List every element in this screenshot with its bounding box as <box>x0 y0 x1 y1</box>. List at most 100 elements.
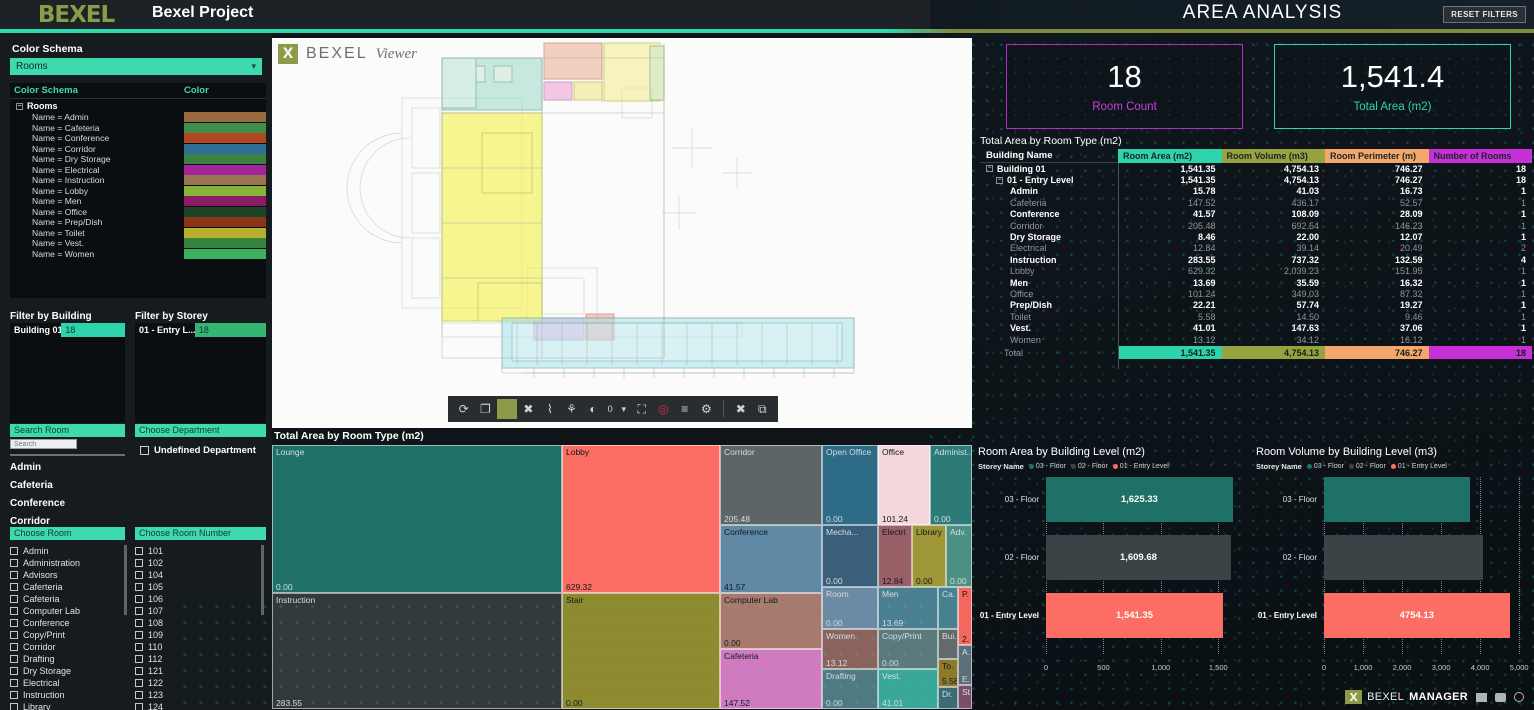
checkbox-icon[interactable] <box>135 667 143 675</box>
checkbox-icon[interactable] <box>10 571 18 579</box>
checkbox-icon[interactable] <box>10 643 18 651</box>
treemap-tile[interactable]: Instruction 283.55 <box>272 593 562 709</box>
views-icon[interactable]: ⧉ <box>753 399 773 419</box>
checkbox-icon[interactable] <box>135 643 143 651</box>
color-schema-select[interactable]: Rooms ▾ <box>10 58 262 75</box>
room-number-checkbox-item[interactable]: 110 <box>135 641 253 653</box>
list-icon[interactable]: ≡ <box>675 399 695 419</box>
bar[interactable]: 1,625.33 <box>1046 477 1233 522</box>
checkbox-icon[interactable] <box>135 559 143 567</box>
bexel-3d-viewer[interactable]: X BEXEL Viewer ⟳ ❐ ✖ ⌇ ⚘ ◐ 0 ▾ ⛶ ◎ ≡ ⚙ ✖ ⧉ <box>272 38 972 428</box>
legend-entry[interactable]: 02 - Floor <box>1348 463 1386 470</box>
matrix-row[interactable]: Instruction 283.55 737.32 132.59 4 <box>980 254 1532 265</box>
room-checkbox-item[interactable]: Dry Storage <box>10 665 128 677</box>
room-number-checkbox-item[interactable]: 112 <box>135 653 253 665</box>
checkbox-icon[interactable] <box>10 703 18 710</box>
treemap-tile[interactable]: Dr. <box>938 687 958 709</box>
hide-icon[interactable]: ⚘ <box>562 399 582 419</box>
search-input[interactable] <box>10 439 77 449</box>
legend-entry[interactable]: 01 - Entry Level <box>1390 463 1447 470</box>
checkbox-icon[interactable] <box>135 703 143 710</box>
matrix-row[interactable]: Lobby 629.32 2,039.23 151.95 1 <box>980 266 1532 277</box>
legend-entry[interactable]: 03 - Floor <box>1028 463 1066 470</box>
legend-row[interactable]: Name = Instruction <box>10 175 266 186</box>
room-number-checkbox-item[interactable]: 121 <box>135 665 253 677</box>
treemap-tile[interactable]: St. <box>958 685 972 709</box>
room-checkbox-item[interactable]: Computer Lab <box>10 605 128 617</box>
checkbox-icon[interactable] <box>10 667 18 675</box>
treemap-tile[interactable]: Drafting 0.00 <box>822 669 878 709</box>
room-checkbox-item[interactable]: Advisors <box>10 569 128 581</box>
room-number-checkbox-item[interactable]: 107 <box>135 605 253 617</box>
legend-row[interactable]: Name = Cafeteria <box>10 122 266 134</box>
legend-row[interactable]: Name = Toilet <box>10 227 266 239</box>
legend-row[interactable]: Name = Conference <box>10 133 266 144</box>
checkbox-icon[interactable] <box>10 631 18 639</box>
room-checkbox-item[interactable]: Conference <box>10 617 128 629</box>
filter-building-item[interactable]: Building 01 18 <box>10 323 125 337</box>
collapse-icon[interactable]: − <box>986 165 993 173</box>
room-number-checkbox-item[interactable]: 108 <box>135 617 253 629</box>
legend-row[interactable]: Name = Men <box>10 196 266 207</box>
legend-row[interactable]: Name = Women <box>10 248 266 260</box>
legend-row[interactable]: Name = Dry Storage <box>10 154 266 165</box>
matrix-col-header[interactable]: Room Area (m2) <box>1118 149 1222 163</box>
room-list-scrollbar[interactable] <box>124 545 127 615</box>
matrix-row[interactable]: −01 - Entry Level 1,541.35 4,754.13 746.27 1… <box>980 174 1532 185</box>
filter-storey-list[interactable]: 01 - Entry L... 18 <box>135 323 266 423</box>
room-number-checkbox-item[interactable]: 109 <box>135 629 253 641</box>
checkbox-icon[interactable] <box>10 547 18 555</box>
checkbox-icon[interactable] <box>10 595 18 603</box>
measure-icon[interactable]: ⌇ <box>540 399 560 419</box>
reset-filters-button[interactable]: RESET FILTERS <box>1443 6 1526 23</box>
matrix-row[interactable]: Corridor 205.48 692.54 146.23 1 <box>980 220 1532 231</box>
room-number-checkbox-item[interactable]: 105 <box>135 581 253 593</box>
matrix-row[interactable]: Dry Storage 8.46 22.00 12.07 1 <box>980 231 1532 242</box>
room-number-list-scrollbar[interactable] <box>261 545 264 615</box>
room-checkbox-item[interactable]: Drafting <box>10 653 128 665</box>
treemap-tile[interactable]: Women 13.12 <box>822 629 878 669</box>
room-checkbox-item[interactable]: Library <box>10 701 128 710</box>
matrix-row[interactable]: − Building 01 1,541.35 4,754.13 746.27 18 <box>980 163 1532 174</box>
matrix-row[interactable]: Toilet 5.58 14.50 9.46 1 <box>980 311 1532 322</box>
legend-group-rooms[interactable]: − Rooms <box>10 99 266 112</box>
room-checkbox-item[interactable]: Caferteria <box>10 581 128 593</box>
checkbox-icon[interactable] <box>135 583 143 591</box>
room-checkbox-item[interactable]: Instruction <box>10 689 128 701</box>
checkbox-icon[interactable] <box>135 571 143 579</box>
collapse-icon[interactable]: − <box>996 176 1003 184</box>
checkbox-icon[interactable] <box>135 679 143 687</box>
room-number-checkbox-item[interactable]: 106 <box>135 593 253 605</box>
treemap-tile[interactable]: Corridor 205.48 <box>720 445 822 525</box>
room-number-checkbox-item[interactable]: 123 <box>135 689 253 701</box>
bar[interactable] <box>1324 535 1484 580</box>
room-checkbox-list[interactable]: Admin Administration Advisors Caferteria Caf… <box>10 545 128 710</box>
snapshot-icon[interactable]: ⛶ <box>632 399 652 419</box>
treemap-tile[interactable]: Administ... 0.00 <box>930 445 972 525</box>
room-checkbox-item[interactable]: Corridor <box>10 641 128 653</box>
room-result-item[interactable]: Corridor <box>10 513 125 525</box>
checkbox-icon[interactable] <box>10 691 18 699</box>
legend-row[interactable]: Name = Corridor <box>10 143 266 155</box>
color-swatch-icon[interactable] <box>497 399 517 419</box>
matrix-col-header[interactable]: Number of Rooms <box>1428 149 1532 163</box>
transparency-value[interactable]: 0 <box>605 399 616 419</box>
room-checkbox-item[interactable]: Electrical <box>10 677 128 689</box>
checkbox-icon[interactable] <box>135 631 143 639</box>
checkbox-icon[interactable] <box>135 619 143 627</box>
room-result-item[interactable]: Cafeteria <box>10 477 125 495</box>
legend-row[interactable]: Name = Lobby <box>10 185 266 197</box>
treemap-tile[interactable]: Ca. <box>938 587 958 629</box>
treemap-tile[interactable]: Bui. <box>938 629 958 659</box>
matrix-row[interactable]: Cafeteria 147.52 436.17 52.57 1 <box>980 197 1532 208</box>
treemap-tile[interactable]: Vest. 41.01 <box>878 669 938 709</box>
legend-row[interactable]: Name = Office <box>10 206 266 218</box>
chevron-down-icon[interactable]: ▾ <box>617 399 629 419</box>
treemap-tile[interactable]: Lobby 629.32 <box>562 445 720 593</box>
treemap-tile[interactable]: Library 0.00 <box>912 525 946 587</box>
globe-icon[interactable] <box>1514 692 1524 702</box>
room-result-item[interactable]: Conference <box>10 495 125 513</box>
checkbox-icon[interactable] <box>135 691 143 699</box>
report-icon[interactable] <box>1476 692 1487 702</box>
treemap-tile[interactable]: P. 2. <box>958 587 972 645</box>
